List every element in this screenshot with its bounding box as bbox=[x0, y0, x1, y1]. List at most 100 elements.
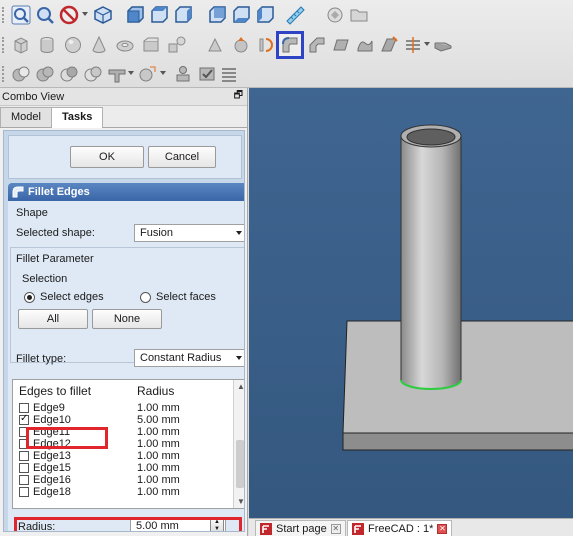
table-row[interactable]: Edge9 1.00 mm bbox=[13, 402, 233, 414]
float-window-icon[interactable]: 🗗 bbox=[234, 88, 243, 105]
torus-icon[interactable] bbox=[114, 34, 136, 56]
toolbar-grip[interactable] bbox=[2, 66, 6, 82]
chamfer-icon[interactable] bbox=[306, 34, 328, 56]
sweep-dropdown-icon[interactable] bbox=[424, 42, 430, 46]
scrollbar-thumb[interactable] bbox=[236, 440, 244, 488]
edge-name: Edge9 bbox=[33, 402, 65, 414]
boolean-fuse-icon[interactable] bbox=[34, 63, 56, 85]
edge-checkbox[interactable] bbox=[19, 487, 29, 497]
edge-checkbox[interactable] bbox=[19, 403, 29, 413]
measure-distance-icon[interactable] bbox=[284, 4, 306, 26]
defeaturing-icon[interactable] bbox=[218, 63, 240, 85]
edges-list-scrollbar[interactable]: ▲ ▼ bbox=[233, 380, 244, 508]
view-isometric-icon[interactable] bbox=[92, 4, 114, 26]
close-icon[interactable]: ✕ bbox=[437, 524, 448, 534]
join-dropdown-icon[interactable] bbox=[128, 71, 134, 75]
make-face-icon[interactable] bbox=[330, 34, 352, 56]
edge-checkbox[interactable] bbox=[19, 463, 29, 473]
select-faces-label[interactable]: Select faces bbox=[156, 291, 216, 303]
edge-name: Edge15 bbox=[33, 462, 71, 474]
combo-view-titlebar: Combo View 🗗 bbox=[0, 88, 247, 106]
join-features-icon[interactable] bbox=[106, 63, 128, 85]
shape-builder-icon[interactable] bbox=[204, 34, 226, 56]
cylinder-icon[interactable] bbox=[36, 34, 58, 56]
sweep-icon[interactable] bbox=[402, 34, 424, 56]
thickness-icon[interactable] bbox=[432, 34, 454, 56]
fit-all-icon[interactable] bbox=[10, 4, 32, 26]
split-icon[interactable] bbox=[136, 63, 158, 85]
tab-tasks[interactable]: Tasks bbox=[50, 107, 104, 128]
sphere-icon[interactable] bbox=[62, 34, 84, 56]
fillet-type-value: Constant Radius bbox=[140, 352, 222, 364]
extrude-icon[interactable] bbox=[230, 34, 252, 56]
tab-start-page[interactable]: Start page ✕ bbox=[255, 520, 346, 536]
group-folder-icon[interactable] bbox=[348, 4, 370, 26]
part-icon[interactable] bbox=[324, 4, 346, 26]
table-row[interactable]: Edge15 1.00 mm bbox=[13, 462, 233, 474]
fillet-edges-body: Shape Selected shape: Fusion Fillet Para… bbox=[8, 201, 244, 531]
close-icon[interactable]: ✕ bbox=[330, 524, 341, 534]
edge-radius: 1.00 mm bbox=[137, 438, 180, 450]
edge-checkbox[interactable] bbox=[19, 413, 29, 425]
draw-style-dropdown-icon[interactable] bbox=[82, 12, 88, 16]
table-row[interactable]: Edge18 1.00 mm bbox=[13, 486, 233, 498]
split-dropdown-icon[interactable] bbox=[160, 71, 166, 75]
cancel-button[interactable]: Cancel bbox=[148, 146, 216, 168]
select-all-button[interactable]: All bbox=[18, 309, 88, 329]
ok-button[interactable]: OK bbox=[70, 146, 144, 168]
toolbar-grip[interactable] bbox=[2, 7, 6, 23]
select-none-button[interactable]: None bbox=[92, 309, 162, 329]
table-row[interactable]: Edge10 5.00 mm bbox=[13, 413, 233, 426]
combo-view-title: Combo View bbox=[2, 90, 65, 103]
edge-checkbox[interactable] bbox=[19, 475, 29, 485]
edge-name: Edge16 bbox=[33, 474, 71, 486]
fit-selection-icon[interactable] bbox=[34, 4, 56, 26]
chevron-down-icon bbox=[236, 356, 242, 360]
3d-viewport[interactable] bbox=[249, 88, 573, 518]
ruled-surface-icon[interactable] bbox=[354, 34, 376, 56]
revolve-icon[interactable] bbox=[254, 34, 276, 56]
fillet-icon[interactable] bbox=[276, 31, 304, 59]
view-front-icon[interactable] bbox=[124, 4, 146, 26]
scroll-up-icon[interactable]: ▲ bbox=[237, 382, 244, 391]
fillet-type-combo[interactable]: Constant Radius bbox=[134, 349, 244, 367]
view-rear-icon[interactable] bbox=[206, 4, 228, 26]
document-tabs: Start page ✕ FreeCAD : 1* ✕ bbox=[249, 518, 573, 536]
tab-model[interactable]: Model bbox=[0, 107, 52, 127]
scroll-down-icon[interactable]: ▼ bbox=[237, 497, 244, 506]
freecad-icon bbox=[260, 523, 272, 535]
toolbar-grip[interactable] bbox=[2, 37, 6, 53]
primitives-icon[interactable] bbox=[166, 34, 188, 56]
boolean-cut-icon[interactable] bbox=[10, 63, 32, 85]
selected-shape-combo[interactable]: Fusion bbox=[134, 224, 244, 242]
select-edges-radio[interactable] bbox=[24, 292, 35, 303]
view-left-icon[interactable] bbox=[254, 4, 276, 26]
cone-icon[interactable] bbox=[88, 34, 110, 56]
3d-model[interactable] bbox=[249, 88, 573, 518]
boolean-common-icon[interactable] bbox=[58, 63, 80, 85]
cube-icon[interactable] bbox=[10, 34, 32, 56]
select-edges-label[interactable]: Select edges bbox=[40, 291, 104, 303]
view-bottom-icon[interactable] bbox=[230, 4, 252, 26]
select-faces-radio[interactable] bbox=[140, 292, 151, 303]
edge-checkbox[interactable] bbox=[19, 451, 29, 461]
table-row[interactable]: Edge16 1.00 mm bbox=[13, 474, 233, 486]
edge-name: Edge18 bbox=[33, 486, 71, 498]
tab-start-page-label: Start page bbox=[276, 523, 327, 535]
table-row[interactable]: Edge13 1.00 mm bbox=[13, 450, 233, 462]
draw-style-icon[interactable] bbox=[58, 4, 80, 26]
view-right-icon[interactable] bbox=[172, 4, 194, 26]
fillet-edges-header[interactable]: Fillet Edges bbox=[8, 183, 244, 201]
selection-group-label: Selection bbox=[22, 273, 68, 285]
edge-name: Edge13 bbox=[33, 450, 71, 462]
section-icon[interactable] bbox=[82, 63, 104, 85]
edge-radius: 5.00 mm bbox=[137, 414, 180, 426]
dialog-button-box: OK Cancel bbox=[8, 135, 242, 179]
loft-icon[interactable] bbox=[378, 34, 400, 56]
compound-icon[interactable] bbox=[172, 63, 194, 85]
check-geometry-icon[interactable] bbox=[196, 63, 218, 85]
view-top-icon[interactable] bbox=[148, 4, 170, 26]
tube-icon[interactable] bbox=[140, 34, 162, 56]
tab-freecad-document[interactable]: FreeCAD : 1* ✕ bbox=[347, 520, 453, 536]
edge10-highlight bbox=[26, 427, 108, 449]
